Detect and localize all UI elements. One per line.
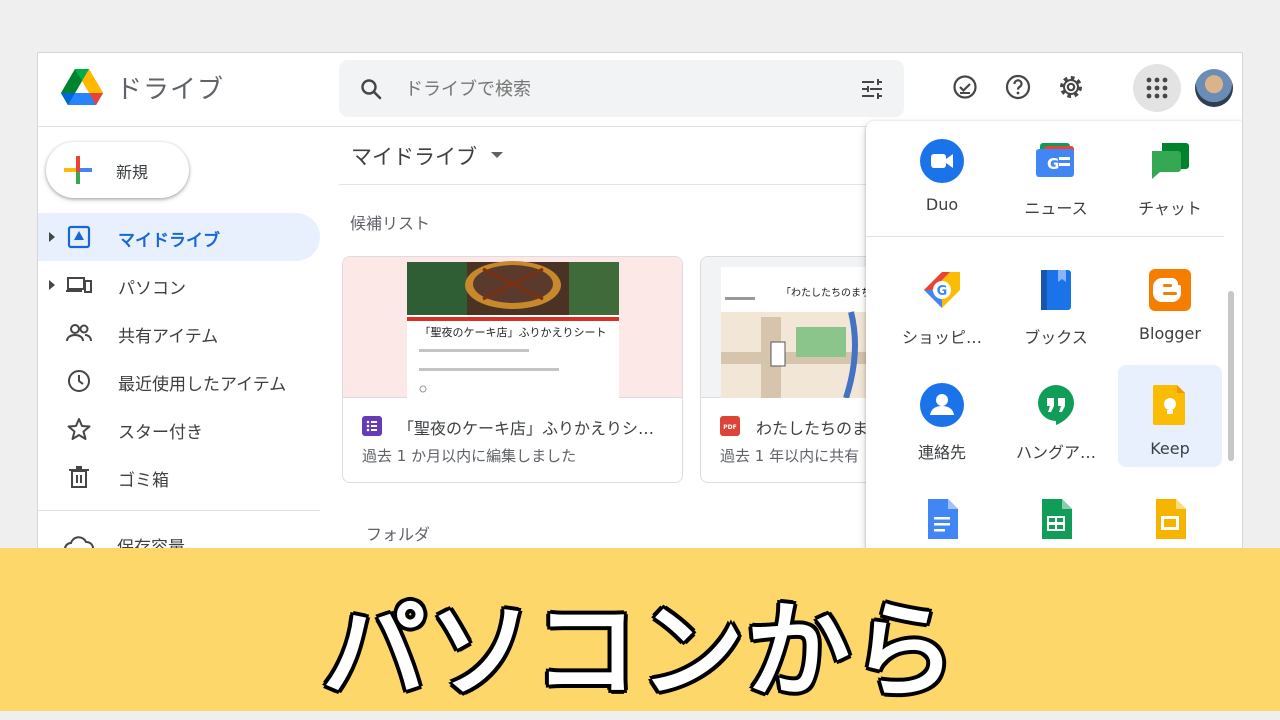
panel-divider [866,236,1224,237]
sidebar-item-label: ゴミ箱 [118,471,169,491]
drive-logo-icon[interactable] [60,67,104,107]
app-label: ハングア… [1015,443,1096,462]
sheets-icon [1042,499,1072,539]
sidebar-item-computers[interactable]: パソコン [38,261,320,309]
app-label: Blogger [1139,324,1201,343]
expand-caret-icon[interactable] [48,279,56,291]
hangouts-icon [1038,385,1074,425]
sidebar-item-my-drive[interactable]: マイドライブ [38,213,320,261]
top-bar: ドライブ [38,53,1242,127]
news-icon: G [1036,143,1074,177]
sidebar-divider [38,510,320,511]
app-label: Duo [925,195,959,214]
suggested-label: 候補リスト [350,214,431,233]
clock-icon [68,370,90,392]
help-icon[interactable] [1004,73,1032,101]
google-apps-panel: Duo G ニュース チャット G ショッピ… ブックス Blogger 連絡先 [866,121,1242,551]
app-label: ニュース [1024,199,1088,218]
main-header: マイドライブ [339,127,879,185]
chat-icon [1152,143,1189,179]
svg-text:G: G [937,284,948,299]
app-blogger[interactable]: Blogger [1118,254,1222,356]
sidebar-item-label: パソコン [118,279,186,299]
app-slides[interactable] [1118,483,1222,551]
app-label: 連絡先 [917,443,966,462]
app-docs[interactable] [890,483,994,551]
forms-file-icon [362,416,382,436]
sidebar-item-label: 共有アイテム [118,327,219,347]
app-keep[interactable]: Keep [1118,365,1222,467]
slides-icon [1156,499,1186,539]
new-button-label: 新規 [116,163,149,182]
folders-label: フォルダ [366,525,431,544]
sidebar-item-trash[interactable]: ゴミ箱 [38,453,320,501]
sidebar-item-label: スター付き [118,423,203,443]
pdf-file-icon: PDF [720,416,740,436]
sidebar-item-label: マイドライブ [118,231,220,251]
settings-icon[interactable] [1057,73,1085,101]
app-sheets[interactable] [1004,483,1108,551]
file-meta: 過去 1 か月以内に編集しました [362,447,577,465]
my-drive-icon [67,225,91,249]
search-icon[interactable] [359,77,383,101]
ready-offline-icon[interactable] [951,73,979,101]
trash-icon [69,466,89,488]
app-news[interactable]: G ニュース [1004,125,1108,227]
app-label: ショッピ… [901,328,982,347]
app-contacts[interactable]: 連絡先 [890,369,994,471]
chevron-down-icon[interactable] [491,152,503,159]
search-input[interactable] [405,72,825,106]
contacts-icon [920,383,964,427]
page-title[interactable]: マイドライブ [351,141,477,171]
search-bar[interactable] [339,60,904,117]
sidebar-item-shared[interactable]: 共有アイテム [38,309,320,357]
shopping-icon: G [924,272,960,308]
books-icon [1041,270,1071,310]
caption-text: パソコンから [321,590,958,712]
shared-icon [66,324,92,342]
google-apps-icon [1146,77,1168,99]
new-button[interactable]: 新規 [46,142,189,198]
app-duo[interactable]: Duo [890,125,994,227]
thumbnail-title: 「聖夜のケーキ店」ふりかえりシート [419,326,607,339]
account-avatar[interactable] [1195,69,1233,107]
sidebar-item-label: 最近使用したアイテム [118,375,287,395]
docs-icon [928,499,958,539]
app-label: チャット [1138,199,1202,218]
svg-text:G: G [1047,155,1059,173]
file-thumbnail: 「聖夜のケーキ店」ふりかえりシート [343,257,682,398]
file-name: わたしたちのま [756,419,869,438]
file-meta: 過去 1 年以内に共有 [720,447,860,465]
app-label: Keep [1150,439,1190,458]
duo-icon [920,139,964,183]
drive-window: ドライブ 新規 [37,52,1243,552]
app-title[interactable]: ドライブ [116,69,224,106]
panel-scrollbar[interactable] [1228,291,1234,461]
app-shopping[interactable]: G ショッピ… [890,254,994,356]
app-label: ブックス [1024,328,1088,347]
app-books[interactable]: ブックス [1004,254,1108,356]
google-apps-button[interactable] [1133,64,1181,112]
sidebar-nav: マイドライブ パソコン 共有アイテム 最近使用したアイテム スター付き ゴミ箱 [38,213,320,501]
blogger-icon [1149,269,1191,311]
computers-icon [66,277,92,293]
file-card[interactable]: 「聖夜のケーキ店」ふりかえりシート 「聖夜のケーキ店」ふりかえりシ… 過去 1 … [342,256,683,483]
app-hangouts[interactable]: ハングア… [1004,369,1108,471]
caption-banner: パソコンから [0,548,1280,712]
star-icon [67,418,91,440]
file-name: 「聖夜のケーキ店」ふりかえりシ… [398,419,655,438]
sidebar-item-recent[interactable]: 最近使用したアイテム [38,357,320,405]
svg-text:PDF: PDF [723,424,736,431]
expand-caret-icon[interactable] [48,231,56,243]
search-options-icon[interactable] [860,77,884,101]
sidebar-item-starred[interactable]: スター付き [38,405,320,453]
keep-icon [1153,385,1185,425]
plus-icon [64,156,92,184]
app-chat[interactable]: チャット [1118,125,1222,227]
